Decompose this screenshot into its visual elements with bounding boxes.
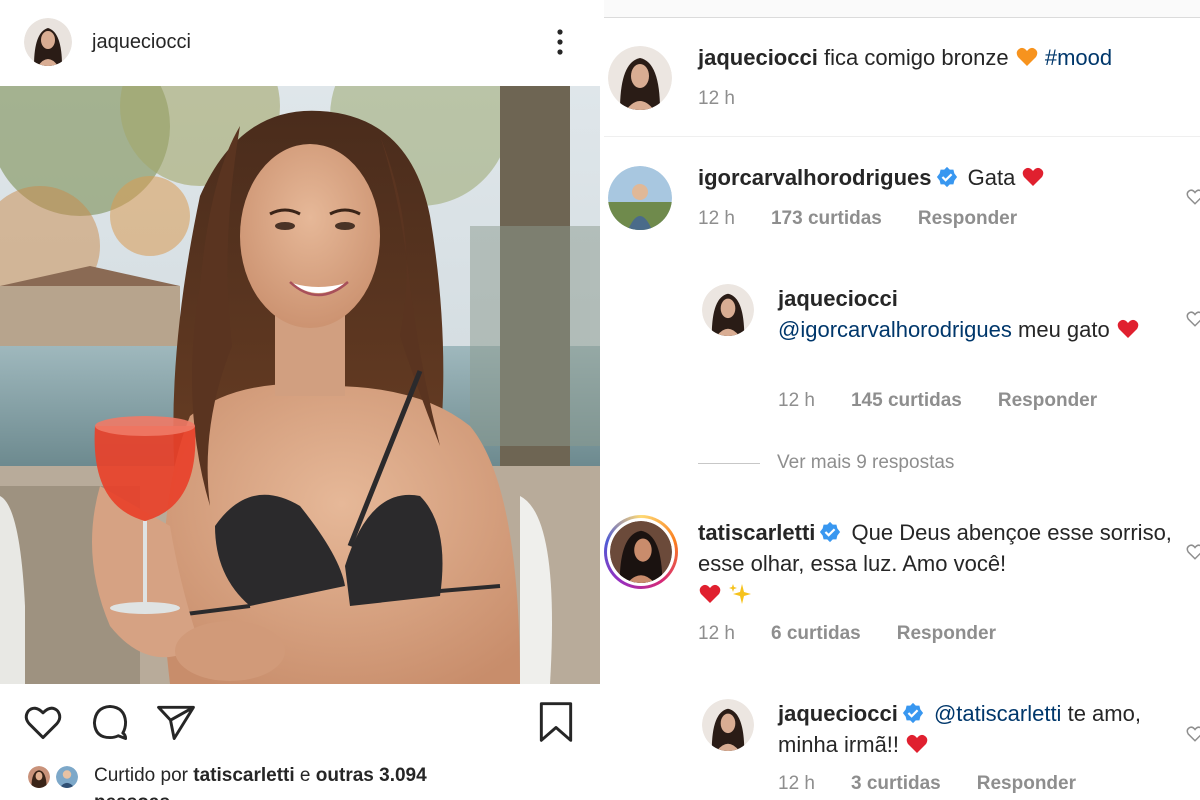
post-author-username[interactable]: jaqueciocci [92,31,191,54]
comments-panel: jaqueciocci fica comigo bronze #mood 12 … [604,0,1200,800]
comment-meta: 12 h 173 curtidas Responder [698,208,1053,230]
comment-body: Gata [967,165,1016,190]
bookmark-icon[interactable] [534,700,578,744]
liked-by-middle: e [294,765,316,786]
reply-avatar[interactable] [702,284,754,336]
more-replies-line [698,463,760,464]
more-replies-label[interactable]: Ver mais 9 respostas [777,452,954,474]
reply-likes[interactable]: 145 curtidas [851,390,962,411]
sparkles-icon [728,582,752,606]
more-vertical-icon[interactable] [548,26,572,58]
caption-meta: 12 h [698,88,771,110]
verified-badge-icon [819,521,841,543]
reply-button[interactable]: Responder [897,623,996,644]
reply-button[interactable]: Responder [918,208,1017,229]
post-actions [0,700,600,748]
comment-username[interactable]: igorcarvalhorodrigues [698,165,932,190]
liked-by-suffix[interactable]: pessoas [94,792,170,800]
caption-time: 12 h [698,88,735,109]
reply-button[interactable]: Responder [977,773,1076,794]
reply-meta: 12 h 3 curtidas Responder [778,773,1112,795]
reply-likes[interactable]: 3 curtidas [851,773,941,794]
reply-time: 12 h [778,773,815,794]
comment-like-icon[interactable] [1186,188,1200,206]
paper-plane-icon[interactable] [154,700,198,744]
caption-divider [604,136,1200,137]
red-heart-icon [1116,317,1140,341]
caption-hashtag-link[interactable]: #mood [1045,45,1112,70]
reply-mention-link[interactable]: @tatiscarletti [934,701,1061,726]
comment-username[interactable]: tatiscarletti [698,520,815,545]
caption-username[interactable]: jaqueciocci [698,45,818,70]
comment-likes[interactable]: 173 curtidas [771,208,882,229]
reply-button[interactable]: Responder [998,390,1097,411]
comment-meta: 12 h 6 curtidas Responder [698,623,1032,645]
reply-avatar[interactable] [702,699,754,751]
post-author-avatar[interactable] [24,18,72,66]
comment-bubble-icon[interactable] [88,700,132,744]
reply-item: jaqueciocci @igorcarvalhorodrigues meu g… [604,282,1200,422]
comment-like-icon[interactable] [1186,543,1200,561]
post-header: jaqueciocci [0,0,600,86]
comment-time: 12 h [698,208,735,229]
reply-item: jaqueciocci @tatiscarletti te amo, minha… [604,697,1200,800]
reply-text: jaqueciocci @tatiscarletti te amo, minha… [778,698,1178,760]
caption: jaqueciocci fica comigo bronze #mood 12 … [604,40,1200,130]
comment-text: tatiscarletti Que Deus abençoe esse sorr… [698,517,1178,610]
liked-by-text: Curtido por tatiscarletti e outras 3.094 [94,765,427,787]
heart-outline-icon[interactable] [21,700,65,744]
reply-username[interactable]: jaqueciocci [778,701,898,726]
reply-body: meu gato [1018,317,1110,342]
liker-avatar[interactable] [54,764,80,790]
liker-avatar[interactable] [26,764,52,790]
comment-item: igorcarvalhorodrigues Gata 12 h 173 curti… [604,160,1200,240]
reply-like-icon[interactable] [1186,725,1200,743]
red-heart-icon [698,582,722,606]
verified-badge-icon [936,166,958,188]
reply-meta: 12 h 145 curtidas Responder [778,390,1133,412]
comment-item: tatiscarletti Que Deus abençoe esse sorr… [604,515,1200,655]
comment-avatar[interactable] [608,166,672,230]
liked-by-user-link[interactable]: tatiscarletti [193,765,294,786]
caption-text: jaqueciocci fica comigo bronze #mood [698,42,1198,73]
liked-by-others-link[interactable]: outras 3.094 [316,765,427,786]
post-photo[interactable] [0,86,600,684]
caption-avatar[interactable] [608,46,672,110]
red-heart-icon [1021,165,1045,189]
comment-likes[interactable]: 6 curtidas [771,623,861,644]
reply-time: 12 h [778,390,815,411]
reply-text: jaqueciocci @igorcarvalhorodrigues meu g… [778,283,1178,345]
verified-badge-icon [902,702,924,724]
comment-avatar-story-ring[interactable] [604,515,678,589]
comment-time: 12 h [698,623,735,644]
liked-by: Curtido por tatiscarletti e outras 3.094… [26,762,586,800]
reply-username[interactable]: jaqueciocci [778,286,898,311]
post-panel: jaqueciocci Curtido por tatiscarletti e … [0,0,600,800]
top-bar [604,0,1200,18]
caption-body: fica comigo bronze [823,45,1009,70]
reply-mention-link[interactable]: @igorcarvalhorodrigues [778,317,1012,342]
comment-text: igorcarvalhorodrigues Gata [698,162,1045,193]
red-heart-icon [905,732,929,756]
orange-heart-icon [1015,45,1039,69]
reply-like-icon[interactable] [1186,310,1200,328]
liked-by-prefix: Curtido por [94,765,194,786]
